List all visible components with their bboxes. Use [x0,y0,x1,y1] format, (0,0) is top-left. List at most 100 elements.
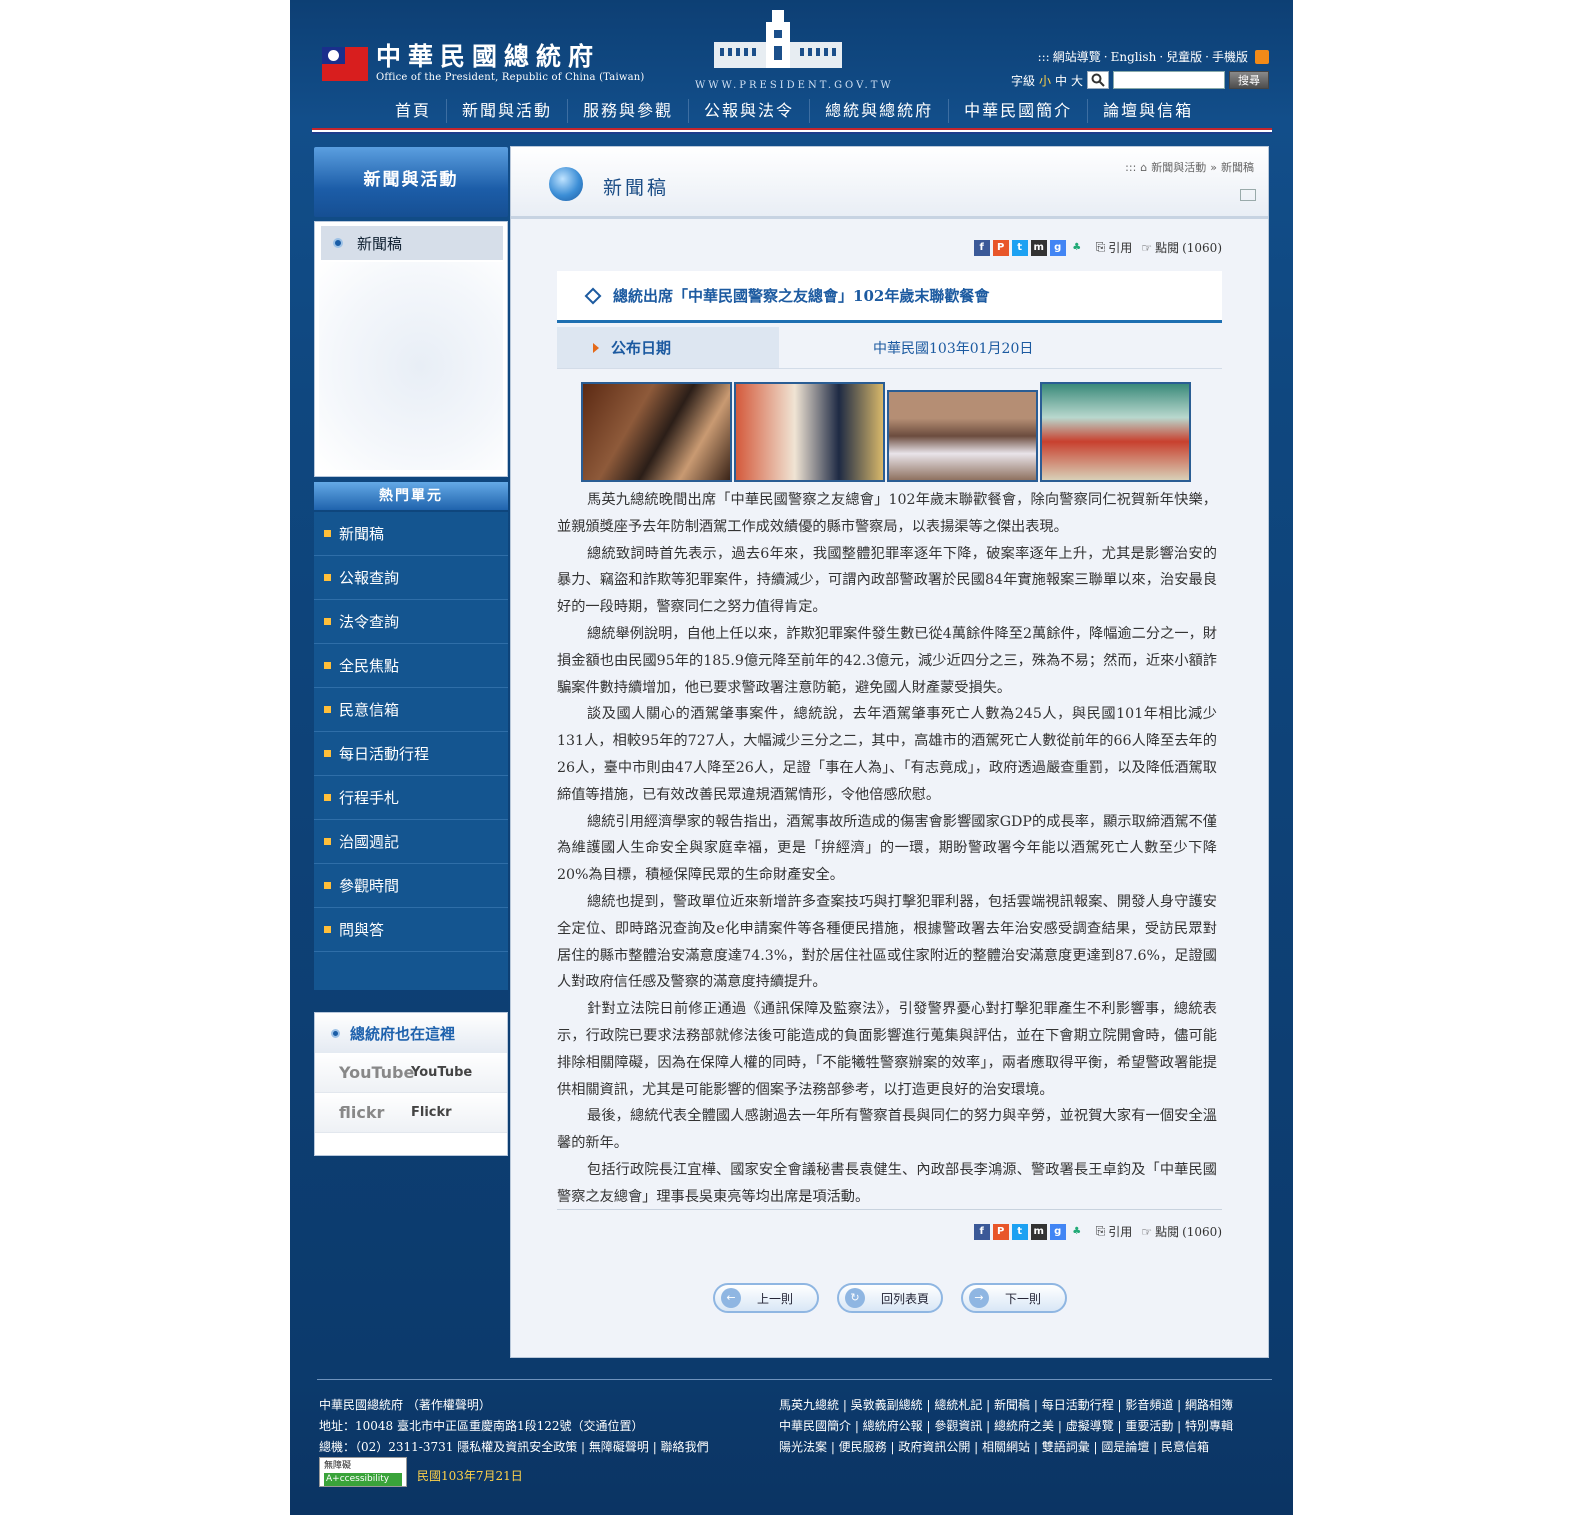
google-icon[interactable]: g [1049,1223,1066,1240]
article-paragraph: 包括行政院長江宜樺、國家安全會議秘書長袁健生、內政部長李鴻源、警政署長王卓鈞及「… [557,1161,1217,1205]
social-youtube-link[interactable]: YouTube YouTube [315,1053,507,1093]
footer-links-row[interactable]: 陽光法案 | 便民服務 | 政府資訊公開 | 相關網站 | 雙語詞彙 | 國是論… [779,1437,1233,1458]
top-link-kids[interactable]: 兒童版 [1166,48,1202,65]
cite-icon: ⎘ [1095,240,1106,254]
article-paragraph: 總統也提到，警政單位近來新增許多查案技巧與打擊犯罪利器，包括雲端視訊報案、開發人… [557,893,1217,991]
sidebar-item-label: 新聞稿 [357,234,403,253]
article-paragraph: 馬英九總統晚間出席「中華民國警察之友總會」102年歲末聯歡餐會，除向警察同仁祝賀… [557,492,1217,535]
top-link-english[interactable]: English [1111,50,1157,64]
last-updated: 民國103年7月21日 [417,1469,523,1483]
nav-news[interactable]: 新聞與活動 [447,99,569,123]
nav-home[interactable]: 首頁 [380,99,448,123]
search-input[interactable] [1113,71,1225,89]
rss-icon[interactable] [1255,49,1269,64]
home-icon[interactable]: ⌂ [1140,161,1147,174]
views-count: (1060) [1182,240,1222,255]
event-photo[interactable] [887,390,1038,482]
views-count: (1060) [1182,1224,1222,1239]
footer-copyright[interactable]: 中華民國總統府 （著作權聲明） [319,1395,709,1416]
photo-strip [581,382,1191,482]
hot-item-focus[interactable]: 全民焦點 [314,644,508,688]
publish-date-row: 公布日期 中華民國103年01月20日 [557,327,1222,369]
event-photo[interactable] [1040,382,1191,482]
event-photo[interactable] [581,382,732,482]
page-frame: 中華民國總統府 Office of the President, Republi… [290,0,1293,1515]
hot-item-press-release[interactable]: 新聞稿 [314,512,508,556]
bullet-icon [324,574,331,581]
hand-icon: ☞ [1141,1224,1153,1239]
accessibility-badge[interactable]: 無障礙 A+ccessibility [319,1457,407,1487]
bullet-icon [324,706,331,713]
pager: ← 上一則 ↻ 回列表頁 → 下一則 [713,1283,1067,1313]
footer-contact[interactable]: 總機：（02）2311-3731 隱私權及資訊安全政策 | 無障礙聲明 | 聯絡… [319,1437,709,1458]
back-to-list-button[interactable]: ↻ 回列表頁 [837,1283,943,1313]
footer-info: 中華民國總統府 （著作權聲明） 地址：10048 臺北市中正區重慶南路1段122… [319,1395,709,1458]
facebook-icon[interactable]: f [973,1223,990,1240]
plurk-icon[interactable]: P [992,239,1009,256]
myshare-icon[interactable]: m [1030,1223,1047,1240]
nav-president[interactable]: 總統與總統府 [810,99,950,123]
hot-item-faq[interactable]: 問與答 [314,908,508,952]
sidebar-item-press-release[interactable]: 新聞稿 [321,226,503,260]
next-button[interactable]: → 下一則 [961,1283,1067,1313]
cite-icon: ⎘ [1095,1224,1106,1238]
breadcrumb-news[interactable]: 新聞與活動 [1151,159,1206,175]
main-nav: 首頁 新聞與活動 服務與參觀 公報與法令 總統與總統府 中華民國簡介 論壇與信箱 [380,99,1208,123]
arrow-left-icon: ← [721,1288,741,1308]
article-title-box: 總統出席「中華民國警察之友總會」102年歲末聯歡餐會 [557,271,1222,323]
google-icon[interactable]: g [1049,239,1066,256]
hot-item-daily-schedule[interactable]: 每日活動行程 [314,732,508,776]
article-paragraph: 針對立法院日前修正通過《通訊保障及監察法》，引發警界憂心對打擊犯罪產生不利影響事… [557,1001,1217,1098]
bullet-icon [333,238,343,248]
font-size-search-bar: 字級 小 中 大 搜尋 [1011,71,1269,89]
nav-forum[interactable]: 論壇與信箱 [1088,99,1208,123]
footer-links-row[interactable]: 中華民國簡介 | 總統府公報 | 參觀資訊 | 總統府之美 | 虛擬導覽 | 重… [779,1416,1233,1437]
hot-item-law-search[interactable]: 法令查詢 [314,600,508,644]
hot-item-weekly-notes[interactable]: 治國週記 [314,820,508,864]
roc-flag-icon [322,46,368,81]
search-button[interactable]: 搜尋 [1229,71,1269,89]
cite-link[interactable]: 引用 [1108,239,1132,256]
hot-item-visiting-hours[interactable]: 參觀時間 [314,864,508,908]
presidential-building-icon [714,10,842,68]
friends-icon[interactable]: ♣ [1069,1224,1085,1240]
cite-link[interactable]: 引用 [1108,1223,1132,1240]
facebook-icon[interactable]: f [973,239,990,256]
prev-button[interactable]: ← 上一則 [713,1283,819,1313]
social-name: Flickr [411,1105,452,1120]
globe-icon [549,167,583,201]
article-paragraph: 最後，總統代表全體國人感謝過去一年所有警察首長與同仁的努力與辛勞，並祝賀大家有一… [557,1108,1217,1152]
friends-icon[interactable]: ♣ [1069,240,1085,256]
font-size-small[interactable]: 小 [1039,72,1051,89]
article-body: 馬英九總統晚間出席「中華民國警察之友總會」102年歲末聯歡餐會，除向警察同仁祝賀… [557,487,1217,1211]
social-flickr-link[interactable]: flickr Flickr [315,1093,507,1133]
footer-links: 馬英九總統 | 吳敦義副總統 | 總統札記 | 新聞稿 | 每日活動行程 | 影… [779,1395,1233,1458]
font-size-large[interactable]: 大 [1071,72,1083,89]
top-link-mobile[interactable]: 手機版 [1212,48,1248,65]
print-icon[interactable] [1240,189,1256,201]
top-link-sitemap[interactable]: 網站導覽 [1053,48,1101,65]
social-links-title: 總統府也在這裡 [315,1013,507,1053]
search-icon[interactable] [1087,71,1109,89]
twitter-icon[interactable]: t [1011,239,1028,256]
article-title: 總統出席「中華民國警察之友總會」102年歲末聯歡餐會 [613,287,990,305]
nav-gazette[interactable]: 公報與法令 [689,99,811,123]
arrow-icon [593,342,599,353]
hot-item-gazette-search[interactable]: 公報查詢 [314,556,508,600]
flickr-icon: flickr [339,1103,385,1122]
hot-units-title: 熱門單元 [314,482,508,510]
event-photo[interactable] [734,382,885,482]
site-logo[interactable]: 中華民國總統府 Office of the President, Republi… [322,44,645,83]
myshare-icon[interactable]: m [1030,239,1047,256]
publish-date-label: 公布日期 [557,327,779,368]
article-paragraph: 總統舉例說明，自他上任以來，詐欺犯罪案件發生數已從4萬餘件降至2萬餘件，降幅逾二… [557,625,1217,696]
hot-item-mailbox[interactable]: 民意信箱 [314,688,508,732]
twitter-icon[interactable]: t [1011,1223,1028,1240]
nav-services[interactable]: 服務與參觀 [568,99,690,123]
nav-roc-intro[interactable]: 中華民國簡介 [949,99,1089,123]
footer-links-row[interactable]: 馬英九總統 | 吳敦義副總統 | 總統札記 | 新聞稿 | 每日活動行程 | 影… [779,1395,1233,1416]
footer-address[interactable]: 地址：10048 臺北市中正區重慶南路1段122號（交通位置） [319,1416,709,1437]
font-size-medium[interactable]: 中 [1055,72,1067,89]
plurk-icon[interactable]: P [992,1223,1009,1240]
hot-item-travel-notes[interactable]: 行程手札 [314,776,508,820]
